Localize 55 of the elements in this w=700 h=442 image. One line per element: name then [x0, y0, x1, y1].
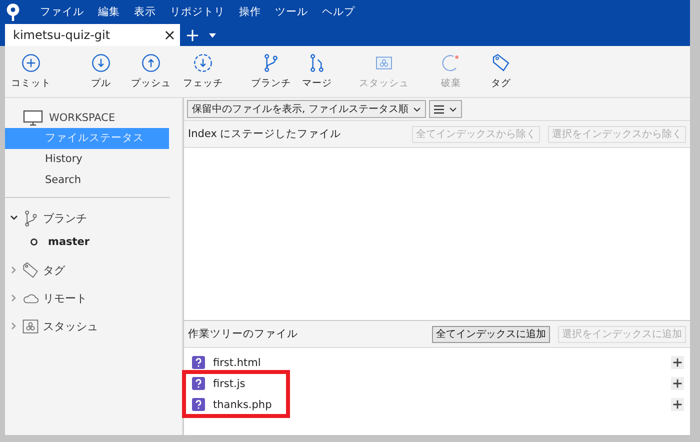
- toolbar-button[interactable]: ブランチ: [251, 53, 291, 90]
- sidebar-section[interactable]: ブランチ: [43, 210, 87, 226]
- plus-circle-icon: [21, 53, 41, 73]
- untracked-icon: [192, 356, 205, 369]
- menu-item[interactable]: ファイル: [40, 5, 84, 19]
- file-name[interactable]: thanks.php: [213, 398, 663, 410]
- menu-item[interactable]: リポジトリ: [170, 5, 225, 19]
- plus-icon[interactable]: [671, 377, 684, 390]
- stash-icon: [22, 318, 39, 334]
- panel-title: 作業ツリーのファイル: [188, 327, 299, 341]
- chevron-icon[interactable]: [10, 214, 18, 222]
- add-tab-icon[interactable]: [186, 29, 199, 42]
- caret-icon: [449, 106, 458, 112]
- dropdown-caret-icon[interactable]: [209, 33, 216, 38]
- sidebar-item[interactable]: Search: [5, 170, 169, 191]
- repo-tab[interactable]: kimetsu-quiz-git ×: [5, 24, 180, 46]
- branch-dot-icon: [30, 238, 38, 246]
- untracked-icon: [192, 398, 205, 411]
- branch-icon: [22, 210, 39, 226]
- toolbar-button[interactable]: フェッチ: [183, 53, 223, 90]
- down-arrow-circle-icon: [91, 53, 111, 73]
- app-logo-icon: [4, 3, 22, 21]
- toolbar-button[interactable]: タグ: [481, 53, 521, 90]
- toolbar-button[interactable]: マージ: [297, 53, 337, 90]
- plus-icon[interactable]: [671, 356, 684, 369]
- toolbar-button[interactable]: プル: [81, 53, 121, 90]
- toolbar-button[interactable]: プッシュ: [131, 53, 171, 90]
- caret-icon: [413, 106, 422, 112]
- toolbar-button[interactable]: コミット: [11, 53, 51, 90]
- sidebar-section[interactable]: リモート: [43, 290, 87, 306]
- plus-icon[interactable]: [671, 398, 684, 411]
- menu-item[interactable]: 編集: [98, 5, 120, 19]
- tag-icon: [491, 53, 511, 73]
- tag-icon: [22, 262, 39, 278]
- view-options-dropdown[interactable]: [429, 100, 462, 118]
- monitor-icon: [23, 110, 43, 126]
- menu-item[interactable]: 操作: [239, 5, 261, 19]
- untracked-icon: [192, 377, 205, 390]
- sort-dropdown[interactable]: 保留中のファイルを表示, ファイルステータス順: [187, 100, 426, 118]
- menu-item[interactable]: ヘルプ: [322, 5, 355, 19]
- file-name[interactable]: first.js: [213, 378, 663, 390]
- sidebar-section[interactable]: タグ: [43, 262, 65, 278]
- workspace-heading: WORKSPACE: [49, 112, 116, 124]
- up-arrow-circle-icon: [141, 53, 161, 73]
- sidebar-section[interactable]: スタッシュ: [43, 318, 98, 334]
- menu-item[interactable]: ツール: [275, 5, 308, 19]
- branch-item[interactable]: master: [48, 236, 90, 248]
- dashed-down-arrow-circle-icon: [193, 53, 213, 73]
- menu-item[interactable]: 表示: [134, 5, 156, 19]
- refresh-icon: [441, 53, 461, 73]
- panel-title: Index にステージしたファイル: [188, 127, 342, 141]
- index-button[interactable]: 全てインデックスに追加: [432, 326, 550, 342]
- list-icon: [434, 104, 444, 114]
- file-name[interactable]: first.html: [213, 356, 663, 368]
- sidebar-item[interactable]: History: [5, 149, 169, 170]
